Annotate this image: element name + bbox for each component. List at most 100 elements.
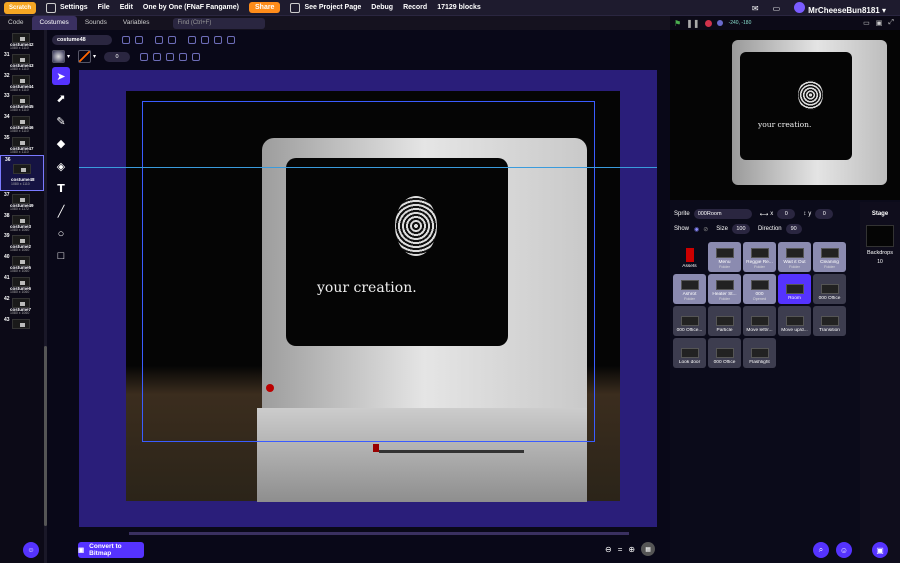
sprite-tile[interactable]: Menu Folder bbox=[708, 242, 741, 272]
fill-color-swatch[interactable] bbox=[52, 50, 65, 63]
front-icon[interactable] bbox=[214, 36, 222, 44]
zoom-out-icon[interactable]: ⊖ bbox=[605, 545, 612, 554]
backdrop-thumbnail[interactable] bbox=[866, 225, 894, 247]
costume-item[interactable]: 42 costume7 1080 x 1060 bbox=[0, 295, 44, 316]
copy-icon[interactable] bbox=[140, 52, 149, 61]
scratch-logo[interactable]: Scratch bbox=[4, 1, 36, 14]
brush-tool-icon[interactable]: ✎ bbox=[52, 112, 70, 130]
flip-vertical-icon[interactable] bbox=[192, 52, 201, 61]
costume-item[interactable]: 34 costume46 1080 x 1110 bbox=[0, 113, 44, 134]
costume-item[interactable]: 32 costume44 1080 x 1110 bbox=[0, 72, 44, 93]
gallery-icon[interactable]: ▦ bbox=[641, 542, 656, 556]
select-tool-icon[interactable]: ➤ bbox=[52, 67, 70, 85]
reshape-tool-icon[interactable]: ⬈ bbox=[52, 90, 70, 108]
edit-menu[interactable]: Edit bbox=[120, 4, 133, 11]
settings-icon[interactable]: Settings bbox=[46, 2, 88, 13]
costume-item[interactable]: 31 costume43 1080 x 1110 bbox=[0, 51, 44, 72]
undo-icon[interactable] bbox=[122, 36, 130, 44]
size-input[interactable]: 100 bbox=[731, 224, 750, 234]
tab-variables[interactable]: Variables bbox=[115, 16, 158, 30]
outline-dropdown-icon[interactable]: ▾ bbox=[93, 53, 96, 60]
line-tool-icon[interactable]: ╱ bbox=[52, 202, 70, 220]
add-backdrop-button[interactable]: ▣ bbox=[872, 542, 888, 558]
backward-icon[interactable] bbox=[201, 36, 209, 44]
sprite-name-input[interactable]: 000Room bbox=[693, 209, 752, 219]
find-input[interactable]: Find (Ctrl+F) bbox=[173, 17, 266, 29]
sprite-tile[interactable]: 000 Opened bbox=[743, 274, 776, 304]
mail-icon[interactable]: ✉ bbox=[752, 4, 759, 13]
sprite-tile[interactable]: Wait it Out Folder bbox=[778, 242, 811, 272]
settings-menu[interactable]: Settings bbox=[60, 4, 88, 11]
costume-item[interactable]: 37 costume49 1080 x 1172 bbox=[0, 191, 44, 212]
fill-dropdown-icon[interactable]: ▾ bbox=[67, 53, 70, 60]
costume-item[interactable]: 41 costume6 1080 x 1060 bbox=[0, 274, 44, 295]
sprite-tile[interactable]: Move left/r... bbox=[743, 306, 776, 336]
folder-icon[interactable]: ▭ bbox=[773, 4, 781, 13]
zoom-reset-button[interactable]: = bbox=[618, 545, 623, 554]
canvas-horizontal-scrollbar[interactable] bbox=[129, 532, 629, 535]
convert-to-bitmap-button[interactable]: ▣ Convert to Bitmap bbox=[78, 542, 144, 558]
stop-icon[interactable] bbox=[704, 19, 712, 27]
fullscreen-icon[interactable]: ⤢ bbox=[888, 19, 894, 27]
sprite-tile[interactable]: Transition bbox=[813, 306, 846, 336]
ungroup-icon[interactable] bbox=[168, 36, 176, 44]
rectangle-tool-icon[interactable]: □ bbox=[52, 247, 70, 265]
paint-canvas[interactable]: your creation. bbox=[79, 70, 657, 527]
account[interactable]: MrCheeseBun8181 ▾ bbox=[794, 1, 886, 15]
forward-icon[interactable] bbox=[188, 36, 196, 44]
costume-item[interactable]: costume42 1080 x 1110 bbox=[0, 30, 44, 51]
fill-tool-icon[interactable]: ◈ bbox=[52, 157, 70, 175]
sprite-tile[interactable]: Move up/d... bbox=[778, 306, 811, 336]
sprite-tile[interactable]: Assets bbox=[673, 242, 706, 272]
small-stage-icon[interactable]: ▭ bbox=[863, 19, 870, 27]
eraser-tool-icon[interactable]: ◆ bbox=[52, 135, 70, 153]
add-sprite-button[interactable]: ☺ bbox=[836, 542, 852, 558]
add-costume-button[interactable]: ☺ bbox=[23, 542, 39, 558]
costume-item[interactable]: 40 costume5 1080 x 1060 bbox=[0, 253, 44, 274]
costume-item[interactable]: 43 bbox=[0, 316, 44, 337]
search-sprite-icon[interactable]: ⌕ bbox=[813, 542, 829, 558]
redo-icon[interactable] bbox=[135, 36, 143, 44]
green-flag-icon[interactable]: ⚑ bbox=[674, 19, 681, 28]
text-tool-icon[interactable]: T bbox=[52, 180, 70, 198]
tab-costumes[interactable]: Costumes bbox=[31, 16, 77, 30]
debug-icon[interactable] bbox=[716, 20, 723, 26]
back-icon[interactable] bbox=[227, 36, 235, 44]
costume-name-input[interactable]: costume48 bbox=[52, 35, 112, 45]
share-button[interactable]: Share bbox=[249, 2, 281, 13]
record-menu[interactable]: Record bbox=[403, 4, 427, 11]
flip-horizontal-icon[interactable] bbox=[179, 52, 188, 61]
costume-item[interactable]: 38 costume3 1080 x 1060 bbox=[0, 212, 44, 233]
project-title[interactable]: One by One (FNaF Fangame) bbox=[143, 4, 239, 11]
sprite-tile-selected[interactable]: Room bbox=[778, 274, 811, 304]
show-visible-icon[interactable]: ◉ bbox=[694, 226, 699, 233]
debug-menu[interactable]: Debug bbox=[371, 4, 393, 11]
costume-item[interactable]: 33 costume45 1080 x 1110 bbox=[0, 92, 44, 113]
sprite-tile[interactable]: Particle bbox=[708, 306, 741, 336]
large-stage-icon[interactable]: ▣ bbox=[876, 19, 883, 27]
sprite-tile[interactable]: Heater St... Folder bbox=[708, 274, 741, 304]
tab-code[interactable]: Code bbox=[0, 16, 32, 30]
zoom-in-icon[interactable]: ⊕ bbox=[628, 545, 635, 554]
y-input[interactable]: 0 bbox=[815, 209, 834, 219]
x-input[interactable]: 0 bbox=[777, 209, 796, 219]
sprite-tile[interactable]: 000 Office... bbox=[673, 306, 706, 336]
see-project-page-button[interactable]: See Project Page bbox=[290, 2, 361, 13]
selection-box[interactable] bbox=[142, 101, 595, 442]
sprite-tile[interactable]: 000 Office bbox=[708, 338, 741, 368]
direction-input[interactable]: 90 bbox=[785, 224, 802, 234]
sprite-tile[interactable]: 000 Office bbox=[813, 274, 846, 304]
sprite-tile[interactable]: Ashrot Folder bbox=[673, 274, 706, 304]
circle-tool-icon[interactable]: ○ bbox=[52, 225, 70, 243]
stroke-width-input[interactable]: 0 bbox=[104, 51, 131, 62]
costume-item-selected[interactable]: 36 costume48 1080 x 1110 bbox=[0, 154, 44, 191]
tab-sounds[interactable]: Sounds bbox=[77, 16, 115, 30]
sprite-tile[interactable]: Flashlight bbox=[743, 338, 776, 368]
stage-view[interactable]: your creation. bbox=[670, 30, 900, 200]
costume-item[interactable]: 35 costume47 1080 x 1110 bbox=[0, 134, 44, 155]
group-icon[interactable] bbox=[155, 36, 163, 44]
pause-icon[interactable]: ❚❚ bbox=[686, 19, 699, 28]
outline-color-swatch[interactable] bbox=[78, 50, 92, 63]
file-menu[interactable]: File bbox=[98, 4, 110, 11]
sprite-tile[interactable]: Cleaning Folder bbox=[813, 242, 846, 272]
